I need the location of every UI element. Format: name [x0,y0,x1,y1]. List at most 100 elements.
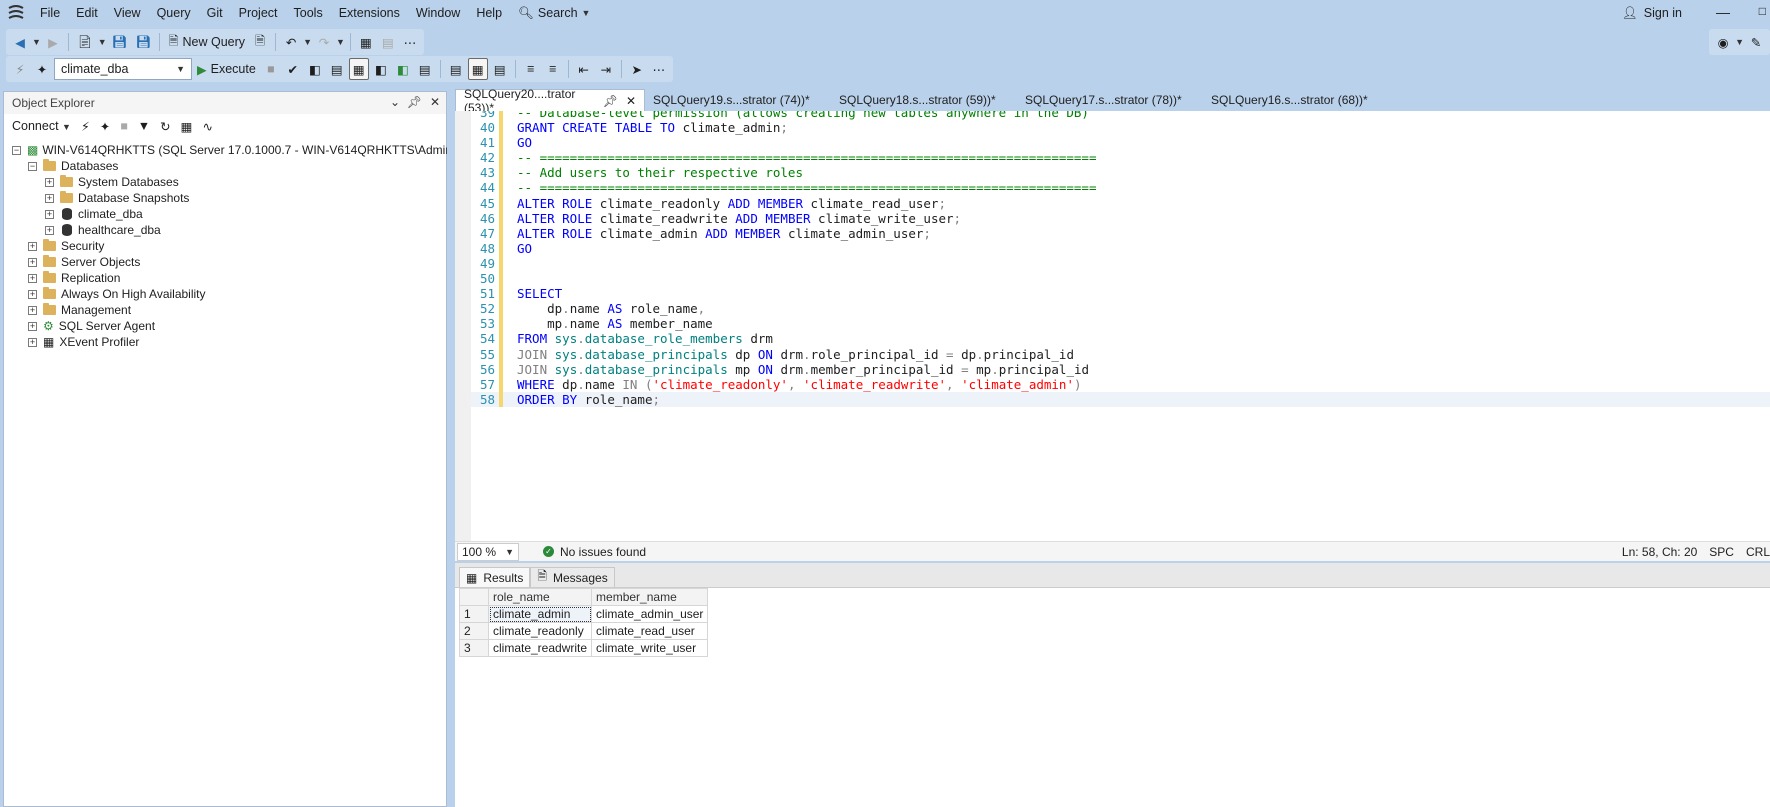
menu-tools[interactable]: Tools [286,0,331,26]
actual-plan-icon[interactable]: ◧ [371,58,391,80]
connect-plug-icon[interactable]: ⚡︎ [81,119,90,134]
forward-icon[interactable]: ▶ [43,31,63,53]
tree-node-server[interactable]: − ▩ WIN-V614QRHKTTS (SQL Server 17.0.100… [4,142,493,158]
activity-monitor-icon[interactable]: ▦ [356,31,376,53]
new-query-button[interactable]: 🗎︎ New Query [165,31,248,53]
expand-icon[interactable]: + [28,257,37,267]
database-select[interactable]: climate_dba ▼ [54,58,192,80]
parse-icon[interactable]: ✔ [283,58,303,80]
connect-icon[interactable]: ⚡︎ [10,58,30,80]
save-all-icon[interactable]: 💾︎ [133,31,155,53]
client-stats-icon[interactable]: ▤ [415,58,435,80]
tree-node-climate-dba[interactable]: + climate_dba [4,206,446,222]
grid-cell[interactable]: climate_readwrite [487,639,593,657]
expand-icon[interactable]: + [28,321,37,331]
filter-icon[interactable]: ▼ [138,119,150,133]
ssms-logo-icon[interactable] [0,0,32,26]
row-header-corner[interactable] [459,588,489,606]
more-icon[interactable]: ⋯ [400,31,420,53]
live-stats-icon[interactable]: ◧ [393,58,413,80]
more-icon[interactable]: ⋯ [649,58,669,80]
connect-button[interactable]: Connect ▼ [12,119,71,133]
row-number[interactable]: 2 [459,622,489,640]
grid-cell[interactable]: climate_write_user [591,639,709,657]
pin-icon[interactable]: 📌︎ [603,94,618,108]
close-icon[interactable]: ✕ [430,95,440,109]
close-icon[interactable]: ✕ [626,94,636,108]
search-menu[interactable]: 🔍︎ Search ▼ [510,6,598,21]
redo-icon[interactable]: ↷ [314,31,334,53]
restore-icon[interactable]: □ [1759,4,1766,18]
expand-icon[interactable]: + [28,289,37,299]
query-file-icon[interactable]: 🗎︎ [250,31,270,53]
summary-icon[interactable]: ▦ [181,119,193,134]
decrease-indent-icon[interactable]: ⇤ [574,58,594,80]
grid-cell[interactable]: climate_readonly [487,622,593,640]
save-icon[interactable]: 💾︎ [109,31,131,53]
new-file-icon[interactable]: 📄︎ [74,31,96,53]
results-to-text-icon[interactable]: ▤ [446,58,466,80]
increase-indent-icon[interactable]: ⇥ [596,58,616,80]
chevron-down-icon[interactable]: ▼ [303,37,312,47]
tree-node-replication[interactable]: + Replication [4,270,446,286]
change-connection-icon[interactable]: ✦ [32,58,52,80]
row-number[interactable]: 1 [459,605,489,623]
menu-help[interactable]: Help [468,0,510,26]
column-header[interactable]: member_name [591,588,709,606]
query-editor[interactable]: 39 -- Database-level permission (allows c… [455,111,1770,541]
chevron-down-icon[interactable]: ▼ [98,37,107,47]
tree-node-databases[interactable]: − Databases [4,158,446,174]
tab-sqlquery16[interactable]: SQLQuery16.s...strator (68))* [1203,89,1389,111]
menu-file[interactable]: File [32,0,68,26]
estimated-plan-icon[interactable]: ◧ [305,58,325,80]
activity-icon[interactable]: ∿ [202,119,212,134]
tree-node-sql-server-agent[interactable]: + ⚙︎ SQL Server Agent [4,318,446,334]
expand-icon[interactable]: + [28,337,37,347]
tab-sqlquery19[interactable]: SQLQuery19.s...strator (74))* [645,89,831,111]
stop-icon[interactable]: ■ [261,58,281,80]
tree-node-security[interactable]: + Security [4,238,446,254]
results-to-file-icon[interactable]: ▤ [490,58,510,80]
copilot-icon[interactable]: ◉ [1713,31,1733,53]
issues-indicator[interactable]: ✓ No issues found [543,545,646,559]
menu-query[interactable]: Query [149,0,199,26]
grid-cell[interactable]: climate_admin [487,605,593,623]
results-to-grid-icon[interactable]: ▦ [348,58,369,80]
collapse-icon[interactable]: − [12,145,21,155]
expand-icon[interactable]: + [45,193,54,203]
row-number[interactable]: 3 [459,639,489,657]
expand-icon[interactable]: + [28,305,37,315]
expand-icon[interactable]: + [28,241,37,251]
chevron-down-icon[interactable]: ⌄ [390,95,400,109]
tab-messages[interactable]: 🗎︎ Messages [530,567,615,587]
chevron-down-icon[interactable]: ▼ [1735,37,1744,47]
menu-edit[interactable]: Edit [68,0,106,26]
query-options-icon[interactable]: ▤ [327,58,347,80]
expand-icon[interactable]: + [45,209,54,219]
whitespace-mode[interactable]: SPC [1709,545,1734,559]
sign-in-button[interactable]: 👤︎ Sign in [1622,0,1682,26]
comment-icon[interactable]: ≡ [521,58,541,80]
tab-sqlquery18[interactable]: SQLQuery18.s...strator (59))* [831,89,1017,111]
menu-view[interactable]: View [106,0,149,26]
minimize-icon[interactable]: — [1716,4,1730,20]
menu-git[interactable]: Git [199,0,231,26]
tree-node-healthcare-dba[interactable]: + healthcare_dba [4,222,446,238]
specify-values-icon[interactable]: ➤ [627,58,647,80]
disconnect-icon[interactable]: ✦ [100,119,110,134]
feedback-icon[interactable]: ✎ [1746,31,1766,53]
menu-project[interactable]: Project [231,0,286,26]
grid-cell[interactable]: climate_read_user [591,622,709,640]
tree-node-management[interactable]: + Management [4,302,446,318]
back-icon[interactable]: ◀ [10,31,30,53]
column-header[interactable]: role_name [487,588,593,606]
copy-window-icon[interactable]: ▤ [378,31,398,53]
line-ending[interactable]: CRL [1746,545,1770,559]
expand-icon[interactable]: + [45,225,54,235]
tab-results[interactable]: ▦ Results [459,567,531,587]
tree-node-system-databases[interactable]: + System Databases [4,174,446,190]
expand-icon[interactable]: + [28,273,37,283]
panel-splitter[interactable] [447,91,455,807]
stop-icon[interactable]: ■ [120,119,128,133]
code-area[interactable]: 39 -- Database-level permission (allows c… [471,111,1770,407]
